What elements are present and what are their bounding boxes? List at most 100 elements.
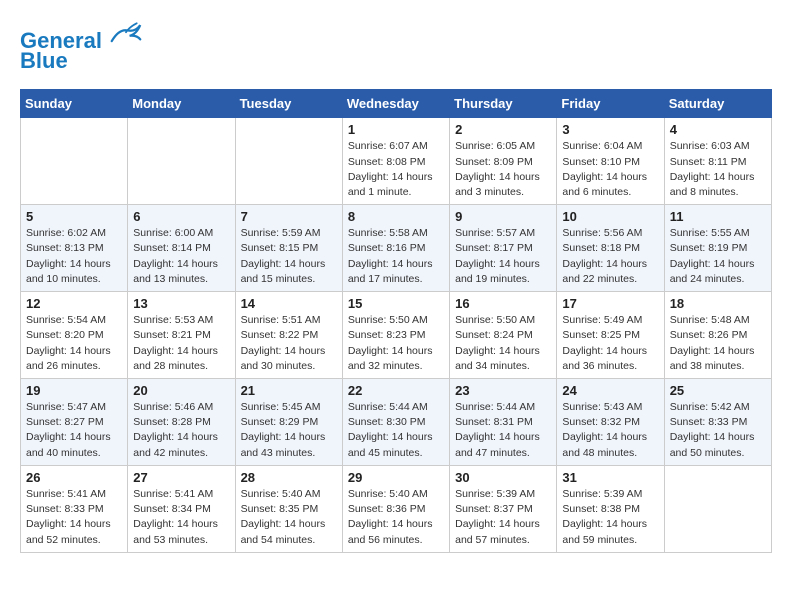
day-info: Sunrise: 6:04 AMSunset: 8:10 PMDaylight:… [562,139,658,200]
weekday-header-tuesday: Tuesday [235,90,342,118]
calendar-cell: 10 Sunrise: 5:56 AMSunset: 8:18 PMDayligh… [557,205,664,292]
day-info: Sunrise: 5:56 AMSunset: 8:18 PMDaylight:… [562,226,658,287]
logo: General Blue [20,20,142,73]
day-info: Sunrise: 5:44 AMSunset: 8:30 PMDaylight:… [348,400,444,461]
day-number: 31 [562,470,658,485]
day-number: 4 [670,122,766,137]
day-number: 2 [455,122,551,137]
day-info: Sunrise: 5:39 AMSunset: 8:37 PMDaylight:… [455,487,551,548]
day-info: Sunrise: 5:48 AMSunset: 8:26 PMDaylight:… [670,313,766,374]
day-number: 3 [562,122,658,137]
calendar-cell: 27Sunrise: 5:41 AMSunset: 8:34 PMDayligh… [128,465,235,552]
calendar-week-row: 12 Sunrise: 5:54 AMSunset: 8:20 PMDayligh… [21,292,772,379]
calendar-cell: 18 Sunrise: 5:48 AMSunset: 8:26 PMDayligh… [664,292,771,379]
calendar-cell: 20 Sunrise: 5:46 AMSunset: 8:28 PMDayligh… [128,379,235,466]
day-number: 30 [455,470,551,485]
day-number: 29 [348,470,444,485]
weekday-header-row: SundayMondayTuesdayWednesdayThursdayFrid… [21,90,772,118]
calendar-header: SundayMondayTuesdayWednesdayThursdayFrid… [21,90,772,118]
day-number: 10 [562,209,658,224]
calendar-cell: 19Sunrise: 5:47 AMSunset: 8:27 PMDayligh… [21,379,128,466]
day-number: 1 [348,122,444,137]
weekday-header-friday: Friday [557,90,664,118]
day-number: 22 [348,383,444,398]
day-info: Sunrise: 5:57 AMSunset: 8:17 PMDaylight:… [455,226,551,287]
day-number: 27 [133,470,229,485]
day-info: Sunrise: 6:05 AMSunset: 8:09 PMDaylight:… [455,139,551,200]
calendar-cell: 11Sunrise: 5:55 AMSunset: 8:19 PMDayligh… [664,205,771,292]
day-info: Sunrise: 5:42 AMSunset: 8:33 PMDaylight:… [670,400,766,461]
day-number: 13 [133,296,229,311]
day-number: 6 [133,209,229,224]
day-info: Sunrise: 5:47 AMSunset: 8:27 PMDaylight:… [26,400,122,461]
weekday-header-thursday: Thursday [450,90,557,118]
weekday-header-monday: Monday [128,90,235,118]
calendar-cell: 28 Sunrise: 5:40 AMSunset: 8:35 PMDayligh… [235,465,342,552]
calendar-cell: 15Sunrise: 5:50 AMSunset: 8:23 PMDayligh… [342,292,449,379]
calendar-week-row: 19Sunrise: 5:47 AMSunset: 8:27 PMDayligh… [21,379,772,466]
day-info: Sunrise: 5:54 AMSunset: 8:20 PMDaylight:… [26,313,122,374]
day-number: 16 [455,296,551,311]
day-number: 24 [562,383,658,398]
day-info: Sunrise: 6:07 AMSunset: 8:08 PMDaylight:… [348,139,444,200]
day-number: 28 [241,470,337,485]
calendar-cell: 16 Sunrise: 5:50 AMSunset: 8:24 PMDayligh… [450,292,557,379]
calendar-cell: 5 Sunrise: 6:02 AMSunset: 8:13 PMDaylight… [21,205,128,292]
day-number: 5 [26,209,122,224]
day-number: 18 [670,296,766,311]
day-info: Sunrise: 5:50 AMSunset: 8:24 PMDaylight:… [455,313,551,374]
day-number: 20 [133,383,229,398]
day-info: Sunrise: 6:02 AMSunset: 8:13 PMDaylight:… [26,226,122,287]
weekday-header-wednesday: Wednesday [342,90,449,118]
calendar-cell: 17Sunrise: 5:49 AMSunset: 8:25 PMDayligh… [557,292,664,379]
day-number: 9 [455,209,551,224]
calendar-cell: 13 Sunrise: 5:53 AMSunset: 8:21 PMDayligh… [128,292,235,379]
calendar-week-row: 5 Sunrise: 6:02 AMSunset: 8:13 PMDaylight… [21,205,772,292]
day-number: 26 [26,470,122,485]
logo-bird-icon [110,20,142,48]
calendar-cell: 7Sunrise: 5:59 AMSunset: 8:15 PMDaylight… [235,205,342,292]
calendar-cell: 24Sunrise: 5:43 AMSunset: 8:32 PMDayligh… [557,379,664,466]
calendar-cell: 4 Sunrise: 6:03 AMSunset: 8:11 PMDaylight… [664,118,771,205]
calendar-cell [664,465,771,552]
calendar-body: 1 Sunrise: 6:07 AMSunset: 8:08 PMDaylight… [21,118,772,552]
day-number: 21 [241,383,337,398]
day-info: Sunrise: 5:49 AMSunset: 8:25 PMDaylight:… [562,313,658,374]
day-info: Sunrise: 5:45 AMSunset: 8:29 PMDaylight:… [241,400,337,461]
day-info: Sunrise: 6:03 AMSunset: 8:11 PMDaylight:… [670,139,766,200]
day-info: Sunrise: 5:41 AMSunset: 8:33 PMDaylight:… [26,487,122,548]
calendar-cell: 1 Sunrise: 6:07 AMSunset: 8:08 PMDaylight… [342,118,449,205]
calendar-cell [235,118,342,205]
day-info: Sunrise: 5:39 AMSunset: 8:38 PMDaylight:… [562,487,658,548]
calendar-week-row: 26 Sunrise: 5:41 AMSunset: 8:33 PMDayligh… [21,465,772,552]
day-info: Sunrise: 5:46 AMSunset: 8:28 PMDaylight:… [133,400,229,461]
day-number: 12 [26,296,122,311]
calendar-cell: 30 Sunrise: 5:39 AMSunset: 8:37 PMDayligh… [450,465,557,552]
day-info: Sunrise: 5:40 AMSunset: 8:35 PMDaylight:… [241,487,337,548]
day-info: Sunrise: 5:58 AMSunset: 8:16 PMDaylight:… [348,226,444,287]
day-info: Sunrise: 5:53 AMSunset: 8:21 PMDaylight:… [133,313,229,374]
page-header: General Blue [20,20,772,73]
calendar-week-row: 1 Sunrise: 6:07 AMSunset: 8:08 PMDaylight… [21,118,772,205]
calendar-cell: 23 Sunrise: 5:44 AMSunset: 8:31 PMDayligh… [450,379,557,466]
day-info: Sunrise: 5:51 AMSunset: 8:22 PMDaylight:… [241,313,337,374]
day-number: 8 [348,209,444,224]
day-number: 15 [348,296,444,311]
day-info: Sunrise: 5:40 AMSunset: 8:36 PMDaylight:… [348,487,444,548]
day-number: 25 [670,383,766,398]
calendar-table: SundayMondayTuesdayWednesdayThursdayFrid… [20,89,772,552]
calendar-cell: 25 Sunrise: 5:42 AMSunset: 8:33 PMDayligh… [664,379,771,466]
calendar-cell: 2 Sunrise: 6:05 AMSunset: 8:09 PMDaylight… [450,118,557,205]
day-info: Sunrise: 5:59 AMSunset: 8:15 PMDaylight:… [241,226,337,287]
calendar-cell: 21 Sunrise: 5:45 AMSunset: 8:29 PMDayligh… [235,379,342,466]
weekday-header-saturday: Saturday [664,90,771,118]
day-info: Sunrise: 5:44 AMSunset: 8:31 PMDaylight:… [455,400,551,461]
day-info: Sunrise: 6:00 AMSunset: 8:14 PMDaylight:… [133,226,229,287]
day-number: 14 [241,296,337,311]
day-number: 23 [455,383,551,398]
calendar-cell: 3 Sunrise: 6:04 AMSunset: 8:10 PMDaylight… [557,118,664,205]
calendar-cell: 12 Sunrise: 5:54 AMSunset: 8:20 PMDayligh… [21,292,128,379]
calendar-cell [128,118,235,205]
calendar-cell: 8 Sunrise: 5:58 AMSunset: 8:16 PMDaylight… [342,205,449,292]
day-number: 11 [670,209,766,224]
